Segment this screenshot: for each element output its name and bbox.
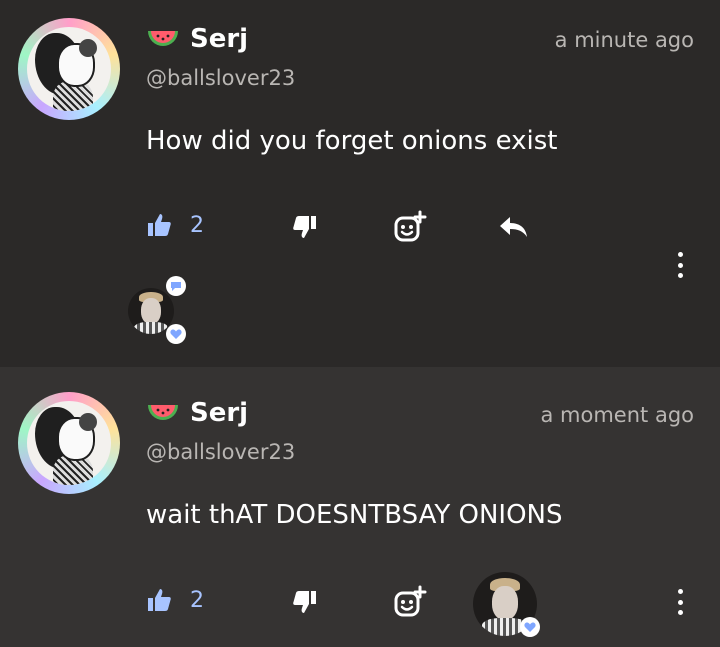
author-avatar[interactable] <box>18 18 120 120</box>
thumbs-up-icon <box>148 214 171 236</box>
author-avatar[interactable] <box>18 392 120 494</box>
reply-badge-icon <box>166 276 186 296</box>
add-emoji-icon <box>394 210 427 242</box>
more-options-button[interactable] <box>677 252 683 278</box>
thumbs-up-icon <box>148 589 171 611</box>
author-name[interactable]: Serj <box>190 24 248 54</box>
author-row: Serj <box>146 24 248 54</box>
add-emoji-icon <box>394 585 427 617</box>
add-reaction-button[interactable] <box>392 210 428 246</box>
reply-icon <box>500 217 527 237</box>
more-options-button[interactable] <box>677 589 683 615</box>
comment-text: How did you forget onions exist <box>146 126 558 156</box>
thumbs-down-icon <box>293 591 316 613</box>
comment-timestamp: a moment ago <box>540 403 695 427</box>
author-name[interactable]: Serj <box>190 398 248 428</box>
comment-card: Serj @ballslover23 a minute ago How did … <box>0 0 720 367</box>
watermelon-icon <box>148 31 178 46</box>
watermelon-icon <box>148 405 178 420</box>
comment-text: wait thAT DOESNTBSAY ONIONS <box>146 500 563 530</box>
dislike-button[interactable] <box>292 214 318 240</box>
thumbs-down-icon <box>293 216 316 238</box>
like-count: 2 <box>190 212 204 238</box>
author-handle: @ballslover23 <box>146 440 296 464</box>
like-count: 2 <box>190 587 204 613</box>
heart-badge-icon <box>520 617 540 637</box>
add-reaction-button[interactable] <box>392 585 428 621</box>
comment-card: Serj @ballslover23 a moment ago wait thA… <box>0 367 720 647</box>
like-button[interactable]: 2 <box>146 587 204 613</box>
dislike-button[interactable] <box>292 589 318 615</box>
author-handle: @ballslover23 <box>146 66 296 90</box>
like-button[interactable]: 2 <box>146 212 204 238</box>
reply-button[interactable] <box>498 215 530 241</box>
author-row: Serj <box>146 398 248 428</box>
heart-badge-icon <box>166 324 186 344</box>
comment-timestamp: a minute ago <box>554 28 694 52</box>
